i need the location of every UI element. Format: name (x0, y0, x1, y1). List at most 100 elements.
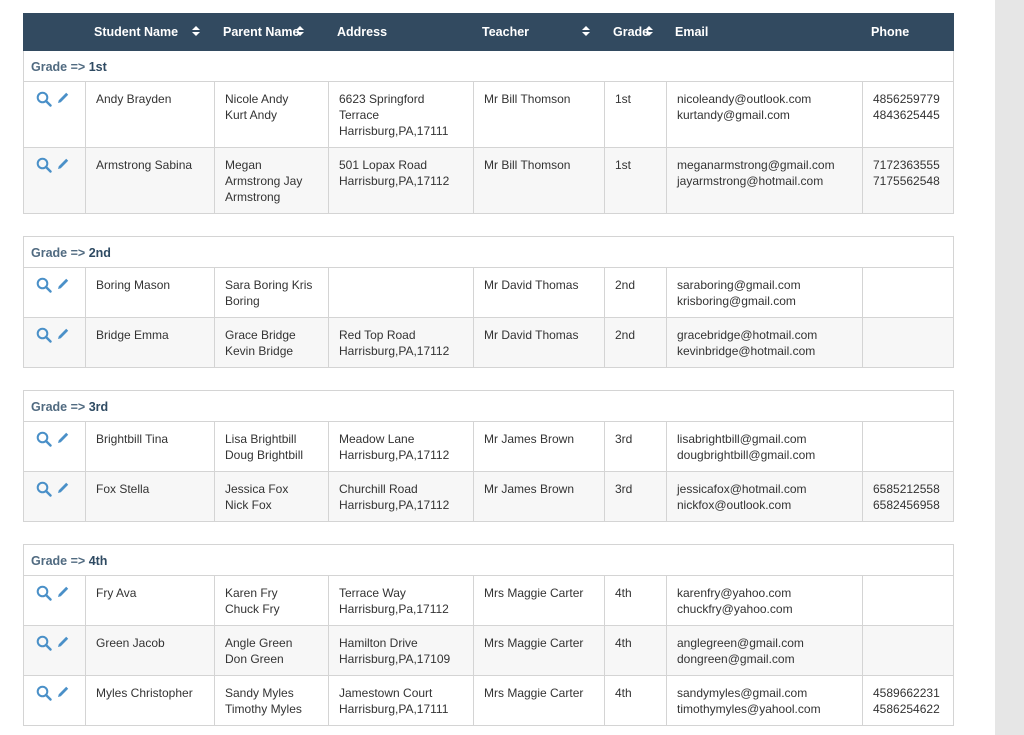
address-cell: Churchill Road Harrisburg,PA,17112 (328, 472, 473, 521)
parent-name: Karen Fry (225, 586, 278, 600)
email-cell: jessicafox@hotmail.com nickfox@outlook.co… (666, 472, 862, 521)
phone-number: 6582456958 (873, 498, 940, 512)
grade-group-title: Grade => 4th (24, 545, 953, 576)
address-line: Hamilton Drive (339, 636, 418, 650)
pencil-icon[interactable] (56, 157, 70, 175)
parent-name: Chuck Fry (225, 602, 280, 616)
email-address: saraboring@gmail.com (677, 278, 801, 292)
parent-name-cell: Karen Fry Chuck Fry (214, 576, 328, 625)
parent-name: Kurt Andy (225, 108, 278, 122)
address-line: Terrace (339, 108, 380, 122)
grade-cell: 1st (604, 82, 666, 147)
parent-name-cell: Nicole Andy Kurt Andy (214, 82, 328, 147)
grade-group: Grade => 3rd Brightbill Tina Lisa Brightbi… (23, 390, 954, 522)
grade-prefix: Grade => (31, 246, 86, 260)
phone-cell (862, 626, 955, 675)
pencil-icon[interactable] (56, 685, 70, 703)
pencil-icon[interactable] (56, 635, 70, 653)
email-address: chuckfry@yahoo.com (677, 602, 793, 616)
magnifier-icon[interactable] (36, 327, 52, 347)
address-line: 6623 Springford (339, 92, 425, 106)
header-actions (23, 13, 84, 51)
grade-cell: 2nd (604, 318, 666, 367)
email-address: timothymyles@yahool.com (677, 702, 821, 716)
header-teacher[interactable]: Teacher (472, 13, 603, 51)
magnifier-icon[interactable] (36, 91, 52, 111)
magnifier-icon[interactable] (36, 481, 52, 501)
email-address: dongreen@gmail.com (677, 652, 795, 666)
magnifier-icon[interactable] (36, 635, 52, 655)
phone-cell (862, 268, 955, 317)
email-address: dougbrightbill@gmail.com (677, 448, 816, 462)
magnifier-icon[interactable] (36, 157, 52, 177)
students-table: Student Name Parent Name Address Teacher… (23, 13, 954, 726)
email-cell: gracebridge@hotmail.com kevinbridge@hotma… (666, 318, 862, 367)
pencil-icon[interactable] (56, 585, 70, 603)
teacher-cell: Mr David Thomas (473, 268, 604, 317)
sort-arrows-icon[interactable] (296, 26, 304, 37)
address-line: Red Top Road (339, 328, 416, 342)
email-address: gracebridge@hotmail.com (677, 328, 818, 342)
grade-group-title: Grade => 1st (24, 51, 953, 82)
header-grade[interactable]: Grade (603, 13, 665, 51)
parent-name: Doug Brightbill (225, 448, 304, 462)
sort-arrows-icon[interactable] (192, 26, 200, 37)
email-cell: sandymyles@gmail.com timothymyles@yahool.… (666, 676, 862, 725)
phone-cell (862, 318, 955, 367)
sort-arrows-icon[interactable] (582, 26, 590, 37)
teacher-cell: Mr James Brown (473, 422, 604, 471)
email-address: lisabrightbill@gmail.com (677, 432, 807, 446)
student-name-cell: Myles Christopher (85, 676, 214, 725)
page-side-gutter (995, 0, 1024, 735)
grade-group: Grade => 4th Fry Ava Karen Fry Chuck Fry Ter… (23, 544, 954, 726)
student-name-cell: Bridge Emma (85, 318, 214, 367)
phone-number: 6585212558 (873, 482, 940, 496)
student-name-cell: Fox Stella (85, 472, 214, 521)
parent-name: Lisa Brightbill (225, 432, 297, 446)
address-line: Harrisburg,PA,17109 (339, 652, 451, 666)
grade-groups: Grade => 1st Andy Brayden Nicole Andy Kurt … (23, 51, 954, 726)
row-actions (24, 318, 85, 367)
phone-number: 4589662231 (873, 686, 940, 700)
phone-number: 7172363555 (873, 158, 940, 172)
pencil-icon[interactable] (56, 431, 70, 449)
email-address: jayarmstrong@hotmail.com (677, 174, 824, 188)
phone-cell: 7172363555 7175562548 (862, 148, 955, 213)
phone-number: 4586254622 (873, 702, 940, 716)
email-address: nickfox@outlook.com (677, 498, 792, 512)
parent-name-cell: Angle Green Don Green (214, 626, 328, 675)
pencil-icon[interactable] (56, 481, 70, 499)
parent-name: Sandy Myles (225, 686, 294, 700)
address-line: Harrisburg,PA,17112 (339, 174, 450, 188)
row-actions (24, 422, 85, 471)
row-actions (24, 576, 85, 625)
row-actions (24, 82, 85, 147)
grade-cell: 1st (604, 148, 666, 213)
teacher-cell: Mr James Brown (473, 472, 604, 521)
address-cell: Hamilton Drive Harrisburg,PA,17109 (328, 626, 473, 675)
grade-group: Grade => 1st Andy Brayden Nicole Andy Kurt … (23, 51, 954, 214)
student-name-cell: Brightbill Tina (85, 422, 214, 471)
pencil-icon[interactable] (56, 277, 70, 295)
pencil-icon[interactable] (56, 327, 70, 345)
header-parent-name[interactable]: Parent Name (213, 13, 327, 51)
student-name-cell: Green Jacob (85, 626, 214, 675)
magnifier-icon[interactable] (36, 685, 52, 705)
magnifier-icon[interactable] (36, 431, 52, 451)
email-cell: karenfry@yahoo.com chuckfry@yahoo.com (666, 576, 862, 625)
email-address: meganarmstrong@gmail.com (677, 158, 835, 172)
magnifier-icon[interactable] (36, 277, 52, 297)
email-address: kurtandy@gmail.com (677, 108, 790, 122)
parent-name-cell: Sandy Myles Timothy Myles (214, 676, 328, 725)
pencil-icon[interactable] (56, 91, 70, 109)
row-actions (24, 148, 85, 213)
header-phone: Phone (871, 25, 910, 39)
header-student-name[interactable]: Student Name (84, 13, 213, 51)
email-address: jessicafox@hotmail.com (677, 482, 807, 496)
parent-name: Boring (225, 294, 260, 308)
sort-arrows-icon[interactable] (645, 26, 653, 37)
address-cell: 501 Lopax Road Harrisburg,PA,17112 (328, 148, 473, 213)
email-cell: nicoleandy@outlook.com kurtandy@gmail.com (666, 82, 862, 147)
address-line: Jamestown Court (339, 686, 433, 700)
magnifier-icon[interactable] (36, 585, 52, 605)
